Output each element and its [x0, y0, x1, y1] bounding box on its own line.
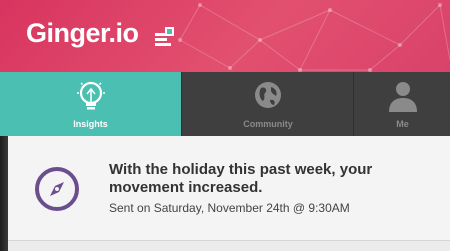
- insight-card[interactable]: With the holiday this past week, your mo…: [8, 136, 450, 240]
- tab-community-label: Community: [243, 119, 293, 129]
- app-header: Ginger.io: [0, 0, 450, 72]
- app-title: Ginger.io: [26, 18, 139, 48]
- next-insight-card[interactable]: [8, 241, 450, 251]
- lightbulb-icon: [76, 81, 105, 110]
- tab-me-label: Me: [396, 119, 409, 129]
- compass-icon: [35, 167, 79, 211]
- tab-me[interactable]: Me: [353, 72, 450, 136]
- notification-icon[interactable]: [154, 25, 176, 47]
- tab-insights-label: Insights: [73, 119, 108, 129]
- insight-timestamp: Sent on Saturday, November 24th @ 9:30AM: [109, 201, 350, 215]
- device-edge: [0, 136, 8, 251]
- insight-title: With the holiday this past week, your mo…: [109, 161, 373, 196]
- tab-bar: Insights Community Me: [0, 72, 450, 136]
- globe-icon: [255, 82, 281, 108]
- app-screen: Ginger.io Insights Community Me With the…: [0, 0, 450, 251]
- tab-community[interactable]: Community: [181, 72, 354, 136]
- tab-insights[interactable]: Insights: [0, 72, 181, 136]
- person-icon: [388, 82, 417, 112]
